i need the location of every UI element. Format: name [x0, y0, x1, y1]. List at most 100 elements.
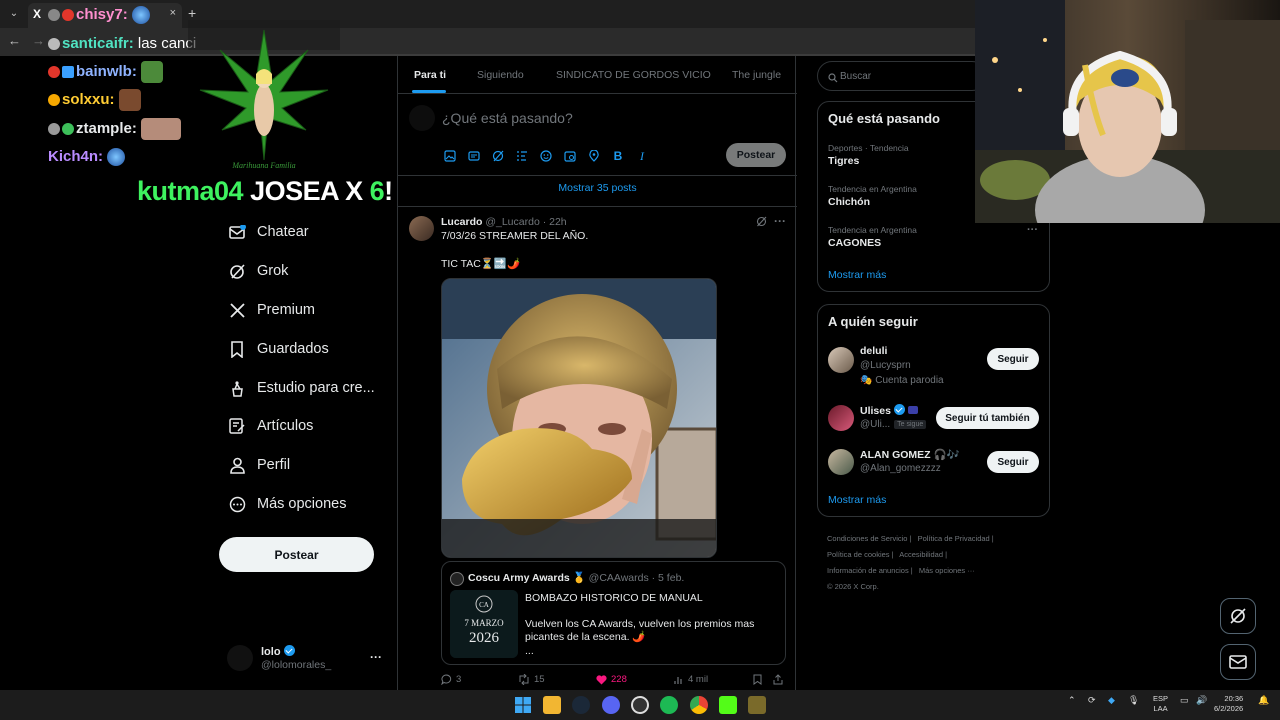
- nav-grok[interactable]: Grok: [228, 259, 288, 283]
- show-more-users-link[interactable]: Mostrar más: [828, 494, 886, 506]
- trend-context: Deportes · Tendencia: [828, 143, 909, 153]
- footer-link[interactable]: Política de Privacidad |: [918, 534, 994, 543]
- windows-start-icon[interactable]: [514, 696, 532, 714]
- suggested-user-name[interactable]: ALAN GOMEZ 🎧🎶: [860, 448, 960, 461]
- bookmark-icon[interactable]: [753, 674, 762, 685]
- forward-button[interactable]: →: [32, 33, 45, 48]
- tweet-actions: 3 15 228 4 mil: [441, 674, 786, 688]
- follow-back-button[interactable]: Seguir tú también: [936, 407, 1039, 429]
- tab-the-jungle[interactable]: The jungle: [732, 69, 781, 81]
- post-button[interactable]: Postear: [219, 537, 374, 572]
- steam-icon[interactable]: [572, 696, 590, 714]
- tray-sync-icon[interactable]: ⟳: [1088, 695, 1096, 706]
- search-input[interactable]: Buscar: [817, 61, 987, 91]
- new-tab-button[interactable]: +: [188, 5, 196, 21]
- network-icon[interactable]: ▭: [1180, 695, 1189, 706]
- app-icon[interactable]: [748, 696, 766, 714]
- quoted-thumbnail: CA 7 MARZO 2026: [450, 590, 518, 658]
- grok-icon[interactable]: [756, 216, 767, 230]
- discord-icon[interactable]: [602, 696, 620, 714]
- show-more-trends-link[interactable]: Mostrar más: [828, 269, 886, 281]
- account-name[interactable]: lolo: [261, 645, 295, 658]
- chat-line: santicaifr: las canci: [48, 33, 196, 55]
- suggested-user-name[interactable]: deluli: [860, 345, 887, 357]
- tweet-author-handle[interactable]: @_Lucardo: [485, 216, 539, 228]
- italic-icon[interactable]: I: [634, 148, 650, 164]
- nav-estudio[interactable]: Estudio para cre...: [228, 376, 375, 400]
- emoji-icon[interactable]: [538, 148, 554, 164]
- suggested-user-name[interactable]: Ulises: [860, 404, 918, 417]
- avatar[interactable]: [828, 347, 854, 373]
- retweet-button[interactable]: 15: [518, 674, 545, 685]
- trend-item[interactable]: CAGONES: [828, 237, 881, 249]
- like-button[interactable]: 228: [596, 674, 627, 685]
- language-indicator[interactable]: ESP LAA: [1153, 694, 1168, 714]
- kick-icon[interactable]: [719, 696, 737, 714]
- clock-time: 20:36: [1224, 694, 1244, 703]
- nav-guardados[interactable]: Guardados: [228, 337, 329, 361]
- tweet-timestamp[interactable]: · 22h: [543, 216, 567, 228]
- tray-mic-icon[interactable]: 🎙: [1128, 695, 1139, 706]
- tab-close-button[interactable]: ×: [170, 7, 176, 19]
- nav-label: Más opciones: [257, 496, 347, 512]
- notifications-icon[interactable]: 🔔: [1258, 695, 1269, 706]
- compose-input[interactable]: ¿Qué está pasando?: [442, 110, 573, 126]
- volume-icon[interactable]: 🔊: [1196, 695, 1207, 706]
- spotify-icon[interactable]: [660, 696, 678, 714]
- poll-icon[interactable]: [514, 148, 530, 164]
- follow-button[interactable]: Seguir: [987, 451, 1039, 473]
- tray-chevron-icon[interactable]: ⌃: [1068, 695, 1076, 706]
- compose-post-button[interactable]: Postear: [726, 143, 786, 167]
- footer-link[interactable]: Condiciones de Servicio |: [827, 534, 912, 543]
- footer-link[interactable]: Política de cookies |: [827, 550, 894, 559]
- system-clock[interactable]: 20:36 6/2/2026: [1214, 694, 1243, 714]
- nav-mas-opciones[interactable]: Más opciones: [228, 492, 346, 516]
- search-icon: [828, 70, 838, 88]
- schedule-icon[interactable]: [562, 148, 578, 164]
- avatar[interactable]: [409, 216, 434, 241]
- bold-icon[interactable]: B: [610, 148, 626, 164]
- image-icon[interactable]: [442, 148, 458, 164]
- nav-perfil[interactable]: Perfil: [228, 453, 290, 477]
- follow-button[interactable]: Seguir: [987, 348, 1039, 370]
- trend-item[interactable]: Tigres: [828, 155, 859, 167]
- nav-articulos[interactable]: Artículos: [228, 414, 313, 438]
- avatar[interactable]: [828, 449, 854, 475]
- footer-link[interactable]: Información de anuncios |: [827, 566, 913, 575]
- tweet-author-name[interactable]: Lucardo: [441, 216, 482, 228]
- views-button[interactable]: 4 mil: [674, 674, 708, 685]
- obs-icon[interactable]: [631, 696, 649, 714]
- nav-premium[interactable]: Premium: [228, 298, 315, 322]
- grok-floating-button[interactable]: [1220, 598, 1256, 634]
- reply-button[interactable]: 3: [441, 674, 461, 685]
- location-icon[interactable]: [586, 148, 602, 164]
- tab-sindicato[interactable]: SINDICATO DE GORDOS VICIO: [556, 69, 711, 81]
- trend-more-button[interactable]: ···: [1027, 224, 1038, 236]
- tweet-more-button[interactable]: ···: [774, 214, 786, 228]
- avatar[interactable]: [227, 645, 253, 671]
- chrome-icon[interactable]: [690, 696, 708, 714]
- share-icon[interactable]: [773, 674, 783, 685]
- tray-app-icon[interactable]: ◆: [1108, 695, 1115, 706]
- avatar[interactable]: [409, 105, 435, 131]
- quoted-tweet[interactable]: Coscu Army Awards 🥇 @CAAwards · 5 feb. C…: [441, 561, 786, 665]
- gif-icon[interactable]: [466, 148, 482, 164]
- trend-item[interactable]: Chichón: [828, 196, 870, 208]
- file-explorer-icon[interactable]: [543, 696, 561, 714]
- avatar[interactable]: [828, 405, 854, 431]
- chat-username: ztample:: [76, 120, 137, 137]
- trend-context: Tendencia en Argentina: [828, 184, 917, 194]
- messages-floating-button[interactable]: [1220, 644, 1256, 680]
- thumb-date-text: 7 MARZO: [464, 618, 504, 628]
- footer-link[interactable]: Más opciones ···: [919, 566, 975, 575]
- tab-list-dropdown[interactable]: ⌄: [6, 6, 22, 22]
- tweet-image[interactable]: [441, 278, 717, 558]
- nav-chatear[interactable]: Chatear: [228, 220, 309, 244]
- grok-icon[interactable]: [490, 148, 506, 164]
- tab-siguiendo[interactable]: Siguiendo: [477, 69, 524, 81]
- footer-link[interactable]: Accesibilidad |: [899, 550, 947, 559]
- tab-para-ti[interactable]: Para ti: [414, 69, 446, 81]
- back-button[interactable]: ←: [8, 33, 21, 48]
- show-new-posts-link[interactable]: Mostrar 35 posts: [398, 182, 797, 194]
- account-more-button[interactable]: ···: [370, 650, 382, 664]
